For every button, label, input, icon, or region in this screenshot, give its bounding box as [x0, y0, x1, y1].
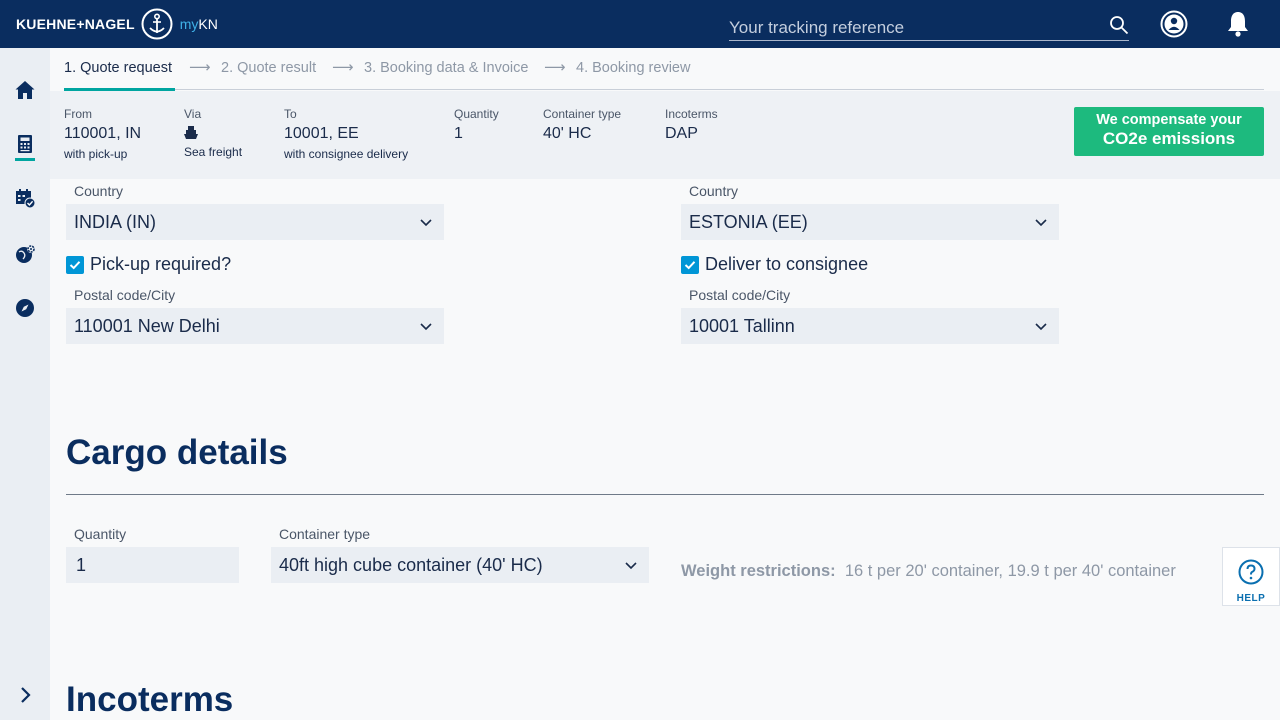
summary-container-value: 40' HC — [543, 125, 592, 142]
sidebar-item-home[interactable] — [0, 70, 50, 110]
chevron-down-icon — [1035, 323, 1047, 331]
home-icon — [15, 81, 35, 99]
weight-restrictions-label: Weight restrictions: — [681, 562, 836, 580]
app-name-suffix: KN — [198, 16, 218, 32]
destination-postal-value: 10001 Tallinn — [689, 315, 795, 336]
origin-postal-select[interactable]: 110001 New Delhi — [66, 308, 444, 344]
step-booking-review[interactable]: 4. Booking review — [576, 60, 690, 76]
help-button[interactable]: HELP — [1222, 547, 1280, 606]
step-arrow: ⟶ — [189, 59, 211, 76]
weight-restrictions-text: 16 t per 20' container, 19.9 t per 40' c… — [844, 562, 1176, 580]
ship-icon — [184, 126, 198, 139]
destination-postal-select[interactable]: 10001 Tallinn — [681, 308, 1059, 344]
section-divider — [66, 494, 1264, 495]
quote-summary: From 110001, IN with pick-up Via Sea fre… — [50, 91, 1280, 179]
co2-line1: We compensate your — [1096, 112, 1242, 128]
checkbox-checked-icon — [66, 255, 84, 274]
summary-quantity-label: Quantity — [454, 107, 499, 121]
sidebar-item-bookings[interactable] — [0, 178, 50, 218]
incoterms-heading: Incoterms — [66, 680, 234, 719]
summary-from-label: From — [64, 107, 92, 121]
cargo-container-value: 40ft high cube container (40' HC) — [279, 554, 543, 575]
app-name: myKN — [180, 16, 218, 32]
deliver-consignee-label: Deliver to consignee — [705, 254, 869, 274]
globe-gear-icon — [16, 245, 35, 263]
sidebar-item-explore[interactable] — [0, 288, 50, 328]
summary-container-label: Container type — [543, 107, 622, 121]
co2-compensation-button[interactable]: We compensate your CO2e emissions — [1074, 107, 1264, 156]
summary-to: To 10001, EE with consignee delivery — [284, 107, 408, 161]
summary-to-sub: with consignee delivery — [284, 147, 409, 161]
summary-from-value: 110001, IN — [64, 125, 142, 142]
destination-country-value: ESTONIA (EE) — [689, 211, 808, 232]
origin-country-label: Country — [74, 183, 124, 199]
destination-postal-label: Postal code/City — [689, 287, 791, 303]
calendar-check-icon — [16, 189, 36, 209]
chevron-down-icon — [1035, 219, 1047, 227]
summary-incoterms: Incoterms DAP — [665, 107, 718, 143]
summary-from-sub: with pick-up — [64, 147, 128, 161]
summary-via: Via Sea freight — [184, 107, 242, 159]
tracking-search — [729, 12, 1129, 41]
summary-via-sub: Sea freight — [184, 145, 243, 159]
origin-postal-value: 110001 New Delhi — [74, 315, 220, 336]
summary-quantity: Quantity 1 — [454, 107, 499, 143]
cargo-details-heading: Cargo details — [66, 433, 288, 472]
origin-country-value: INDIA (IN) — [74, 211, 157, 232]
cargo-quantity-input[interactable] — [66, 547, 239, 583]
summary-incoterms-label: Incoterms — [665, 107, 718, 121]
step-quote-result[interactable]: 2. Quote result — [221, 60, 316, 76]
summary-quantity-value: 1 — [454, 125, 463, 142]
top-bar: KUEHNE+NAGEL myKN — [0, 0, 1280, 48]
co2-line2: CO2e emissions — [1102, 129, 1236, 148]
sidebar-expand-button[interactable] — [0, 675, 50, 715]
cargo-container-select[interactable]: 40ft high cube container (40' HC) — [271, 547, 649, 583]
notification-bell-icon[interactable] — [1226, 10, 1250, 38]
brand-name: KUEHNE+NAGEL — [16, 16, 135, 32]
help-label: HELP — [1236, 593, 1266, 604]
cargo-quantity-label: Quantity — [74, 526, 127, 542]
user-account-icon[interactable] — [1160, 10, 1188, 38]
anchor-icon — [141, 8, 173, 40]
summary-to-label: To — [284, 107, 297, 121]
cargo-container-label: Container type — [279, 526, 371, 542]
checkbox-checked-icon — [681, 255, 699, 274]
weight-restrictions: Weight restrictions: 16 t per 20' contai… — [681, 562, 1176, 581]
tracking-input[interactable] — [729, 12, 1089, 40]
chevron-down-icon — [420, 219, 432, 227]
step-booking-data[interactable]: 3. Booking data & Invoice — [364, 60, 528, 76]
summary-via-label: Via — [184, 107, 202, 121]
step-arrow: ⟶ — [544, 59, 566, 76]
help-question-icon — [1238, 559, 1264, 585]
sidebar — [0, 48, 50, 720]
summary-container-type: Container type 40' HC — [543, 107, 621, 143]
summary-from: From 110001, IN with pick-up — [64, 107, 141, 161]
chevron-down-icon — [625, 562, 637, 570]
summary-incoterms-value: DAP — [665, 125, 698, 142]
chevron-right-icon — [21, 687, 31, 703]
main-content: 1. Quote request ⟶ 2. Quote result ⟶ 3. … — [50, 48, 1280, 720]
origin-postal-label: Postal code/City — [74, 287, 176, 303]
brand-logo[interactable]: KUEHNE+NAGEL myKN — [16, 0, 218, 48]
destination-country-label: Country — [689, 183, 739, 199]
pickup-checkbox[interactable]: Pick-up required? — [66, 254, 231, 275]
origin-country-select[interactable]: INDIA (IN) — [66, 204, 444, 240]
deliver-consignee-checkbox[interactable]: Deliver to consignee — [681, 254, 868, 275]
pickup-checkbox-label: Pick-up required? — [90, 254, 232, 274]
destination-country-select[interactable]: ESTONIA (EE) — [681, 204, 1059, 240]
sidebar-item-shipments[interactable] — [0, 234, 50, 274]
app-name-prefix: my — [179, 16, 199, 32]
compass-icon — [16, 299, 34, 317]
summary-to-value: 10001, EE — [284, 125, 359, 142]
chevron-down-icon — [420, 323, 432, 331]
step-navigation: 1. Quote request ⟶ 2. Quote result ⟶ 3. … — [64, 48, 1264, 91]
calculator-icon — [18, 135, 32, 153]
active-indicator — [15, 158, 35, 161]
step-quote-request[interactable]: 1. Quote request — [64, 60, 172, 76]
step-arrow: ⟶ — [332, 59, 354, 76]
search-icon[interactable] — [1109, 15, 1129, 35]
